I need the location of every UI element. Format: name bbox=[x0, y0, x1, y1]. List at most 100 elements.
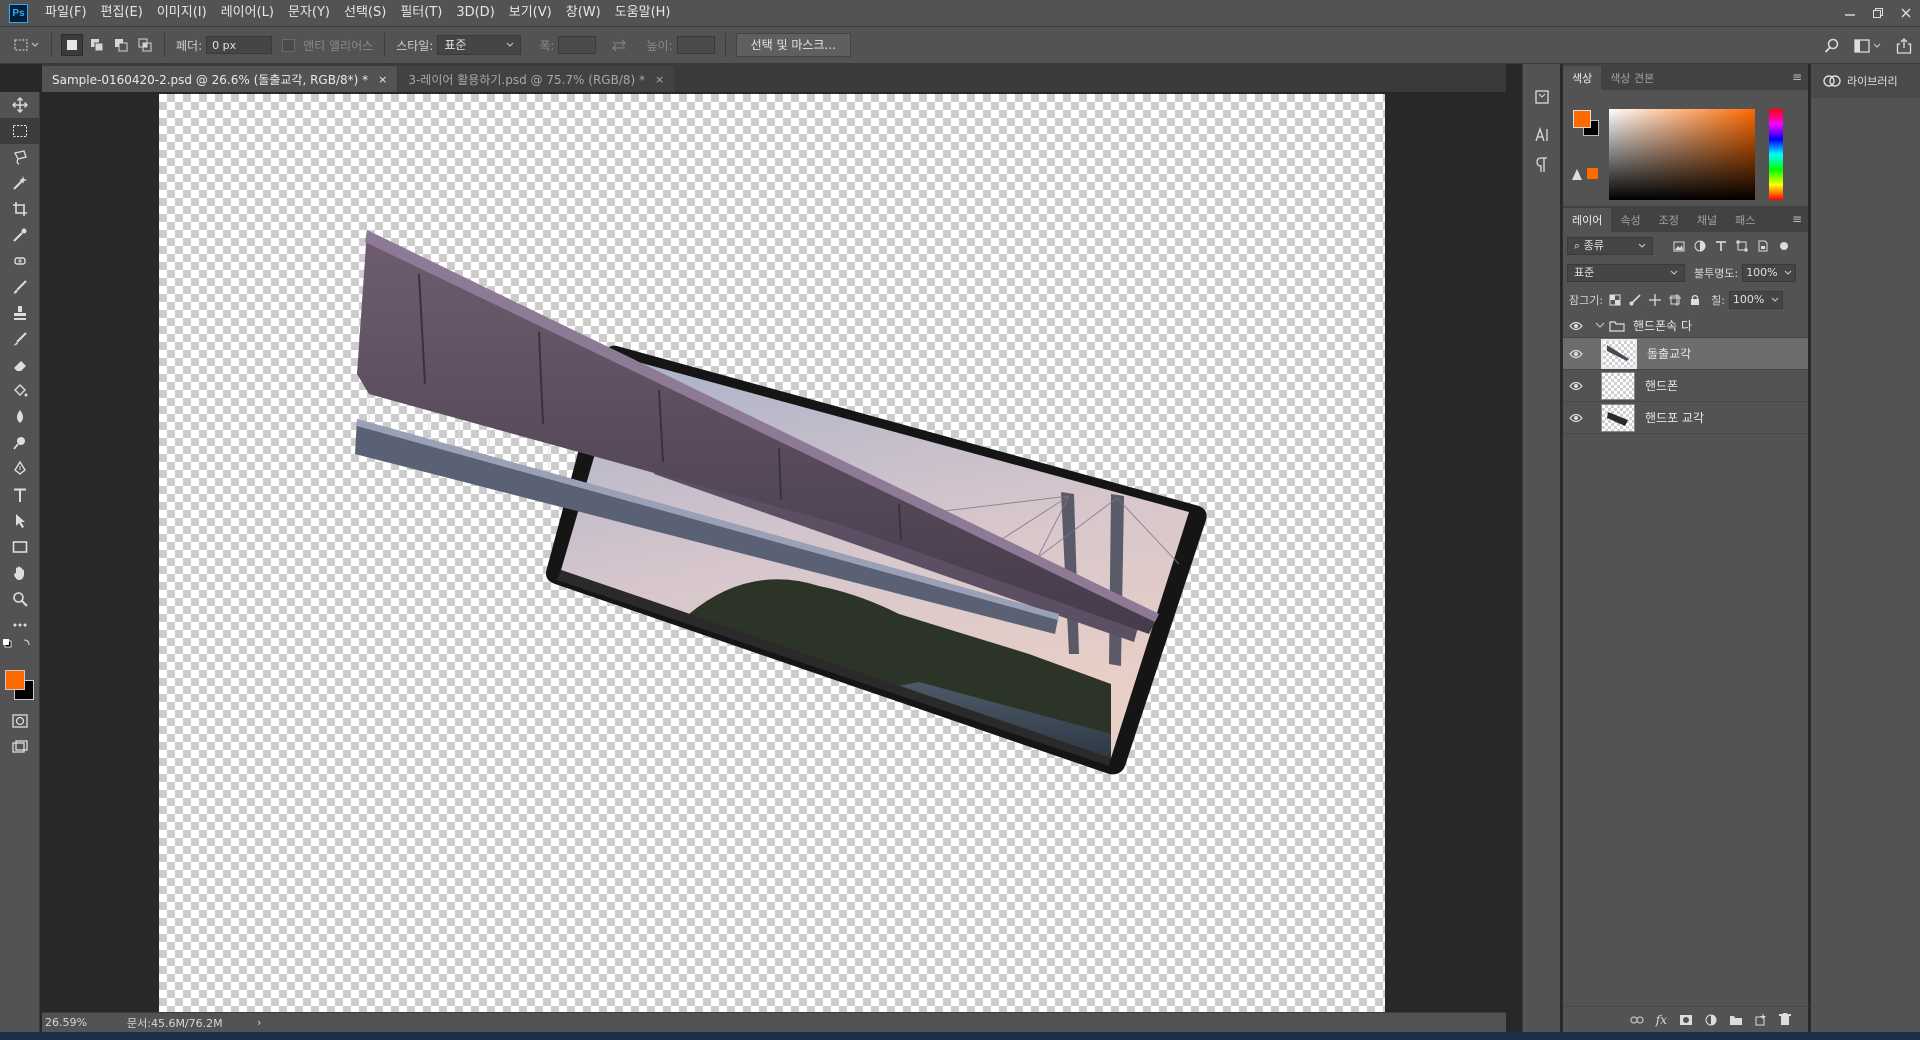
panel-menu-icon[interactable]: ≡ bbox=[1792, 70, 1802, 84]
brush-tool[interactable] bbox=[0, 274, 40, 300]
tab-channels[interactable]: 채널 bbox=[1688, 208, 1726, 232]
subtract-selection-icon[interactable] bbox=[111, 35, 131, 55]
lock-position-icon[interactable] bbox=[1649, 294, 1662, 306]
visibility-eye-icon[interactable] bbox=[1563, 370, 1589, 402]
adjustment-layer-icon[interactable] bbox=[1705, 1014, 1717, 1026]
blur-tool[interactable] bbox=[0, 404, 40, 430]
swap-dimensions-icon[interactable] bbox=[610, 36, 628, 54]
screen-mode-button[interactable] bbox=[0, 734, 40, 760]
minimize-icon[interactable] bbox=[1836, 0, 1864, 26]
filter-smart-object-icon[interactable] bbox=[1757, 240, 1769, 252]
menu-window[interactable]: 창(W) bbox=[559, 0, 608, 26]
marquee-preset-icon[interactable] bbox=[12, 35, 42, 55]
lasso-tool[interactable] bbox=[0, 144, 40, 170]
tab-paths[interactable]: 패스 bbox=[1726, 208, 1764, 232]
menu-edit[interactable]: 편집(E) bbox=[94, 0, 150, 26]
history-brush-tool[interactable] bbox=[0, 326, 40, 352]
history-panel-button[interactable] bbox=[1523, 82, 1561, 112]
blend-mode-select[interactable]: 표준 bbox=[1567, 264, 1685, 282]
lock-artboard-icon[interactable] bbox=[1669, 294, 1682, 306]
path-selection-tool[interactable] bbox=[0, 508, 40, 534]
more-tools[interactable] bbox=[0, 612, 40, 638]
canvas-area[interactable] bbox=[42, 92, 1506, 1012]
close-icon[interactable] bbox=[1892, 0, 1920, 26]
eyedropper-tool[interactable] bbox=[0, 222, 40, 248]
antialias-checkbox[interactable] bbox=[282, 38, 296, 52]
filter-adjustment-icon[interactable] bbox=[1694, 240, 1706, 252]
menu-view[interactable]: 보기(V) bbox=[502, 0, 559, 26]
link-layers-icon[interactable] bbox=[1630, 1015, 1644, 1025]
layer-group-row[interactable]: 핸드폰속 다 bbox=[1563, 314, 1808, 338]
magic-wand-tool[interactable] bbox=[0, 170, 40, 196]
opacity-input[interactable]: 100% bbox=[1742, 264, 1797, 282]
select-and-mask-button[interactable]: 선택 및 마스크... bbox=[735, 33, 851, 57]
new-group-icon[interactable] bbox=[1729, 1014, 1743, 1026]
delete-layer-icon[interactable] bbox=[1779, 1013, 1791, 1026]
filter-pixel-icon[interactable] bbox=[1673, 241, 1685, 252]
lock-brush-icon[interactable] bbox=[1629, 294, 1641, 306]
layer-row-breakout-pier[interactable]: 돌출교각 bbox=[1563, 338, 1808, 370]
tab-color[interactable]: 색상 bbox=[1563, 66, 1602, 90]
add-mask-icon[interactable] bbox=[1679, 1014, 1693, 1026]
foreground-color-chip[interactable] bbox=[1573, 110, 1591, 128]
layer-row-phone[interactable]: 핸드폰 bbox=[1563, 370, 1808, 402]
color-field[interactable] bbox=[1609, 109, 1755, 200]
status-arrow-icon[interactable]: › bbox=[257, 1016, 261, 1029]
lock-transparent-icon[interactable] bbox=[1609, 294, 1621, 306]
gamut-color-chip[interactable] bbox=[1587, 168, 1598, 179]
share-icon[interactable] bbox=[1896, 38, 1912, 54]
new-selection-icon[interactable] bbox=[61, 34, 83, 56]
lock-all-icon[interactable] bbox=[1689, 294, 1701, 306]
tab-layers[interactable]: 레이어 bbox=[1563, 208, 1612, 232]
close-tab-icon[interactable]: × bbox=[655, 73, 664, 86]
tab-adjustments[interactable]: 조정 bbox=[1650, 208, 1688, 232]
zoom-level[interactable]: 26.59% bbox=[45, 1016, 127, 1029]
filter-toggle-icon[interactable] bbox=[1778, 240, 1790, 252]
chevron-down-icon[interactable] bbox=[1595, 322, 1605, 330]
quick-mask-button[interactable] bbox=[0, 708, 40, 734]
visibility-eye-icon[interactable] bbox=[1563, 314, 1589, 338]
document-canvas[interactable] bbox=[159, 94, 1385, 1012]
menu-image[interactable]: 이미지(I) bbox=[150, 0, 214, 26]
clone-stamp-tool[interactable] bbox=[0, 300, 40, 326]
width-input[interactable] bbox=[558, 36, 597, 54]
foreground-color-swatch[interactable] bbox=[5, 670, 25, 690]
tab-swatches[interactable]: 색상 견본 bbox=[1601, 66, 1663, 90]
menu-file[interactable]: 파일(F) bbox=[38, 0, 94, 26]
search-icon[interactable] bbox=[1824, 38, 1840, 54]
tab-layer-practice-document[interactable]: 3-레이어 활용하기.psd @ 75.7% (RGB/8) * × bbox=[398, 66, 675, 92]
workspace-icon[interactable] bbox=[1854, 38, 1882, 54]
move-tool[interactable] bbox=[0, 92, 40, 118]
feather-input[interactable]: 0 px bbox=[206, 36, 273, 54]
new-layer-icon[interactable] bbox=[1755, 1013, 1767, 1026]
filter-type-icon[interactable] bbox=[1715, 240, 1727, 252]
menu-help[interactable]: 도움말(H) bbox=[608, 0, 678, 26]
eraser-tool[interactable] bbox=[0, 352, 40, 378]
character-panel-button[interactable] bbox=[1523, 120, 1561, 150]
crop-tool[interactable] bbox=[0, 196, 40, 222]
dodge-tool[interactable] bbox=[0, 430, 40, 456]
pen-tool[interactable] bbox=[0, 456, 40, 482]
style-select[interactable]: 표준 bbox=[437, 35, 522, 55]
menu-3d[interactable]: 3D(D) bbox=[449, 0, 501, 26]
panel-menu-icon[interactable]: ≡ bbox=[1792, 212, 1802, 226]
menu-type[interactable]: 문자(Y) bbox=[281, 0, 337, 26]
paint-bucket-tool[interactable] bbox=[0, 378, 40, 404]
zoom-tool[interactable] bbox=[0, 586, 40, 612]
layer-style-fx-icon[interactable]: fx bbox=[1656, 1013, 1667, 1027]
hue-slider[interactable] bbox=[1769, 109, 1783, 200]
height-input[interactable] bbox=[676, 36, 715, 54]
menu-select[interactable]: 선택(S) bbox=[337, 0, 393, 26]
intersect-selection-icon[interactable] bbox=[135, 35, 155, 55]
healing-brush-tool[interactable] bbox=[0, 248, 40, 274]
type-tool[interactable] bbox=[0, 482, 40, 508]
foreground-background-swatch[interactable] bbox=[0, 668, 39, 708]
libraries-tab[interactable]: 라이브러리 bbox=[1811, 64, 1920, 98]
default-colors-icon[interactable] bbox=[0, 638, 40, 654]
close-tab-icon[interactable]: × bbox=[378, 73, 387, 86]
layer-row-phone-pier[interactable]: 핸드포 교각 bbox=[1563, 402, 1808, 434]
fill-input[interactable]: 100% bbox=[1728, 291, 1783, 309]
tab-sample-document[interactable]: Sample-0160420-2.psd @ 26.6% (돌출교각, RGB/… bbox=[42, 66, 398, 92]
filter-shape-icon[interactable] bbox=[1736, 240, 1748, 252]
marquee-tool[interactable] bbox=[0, 118, 40, 144]
